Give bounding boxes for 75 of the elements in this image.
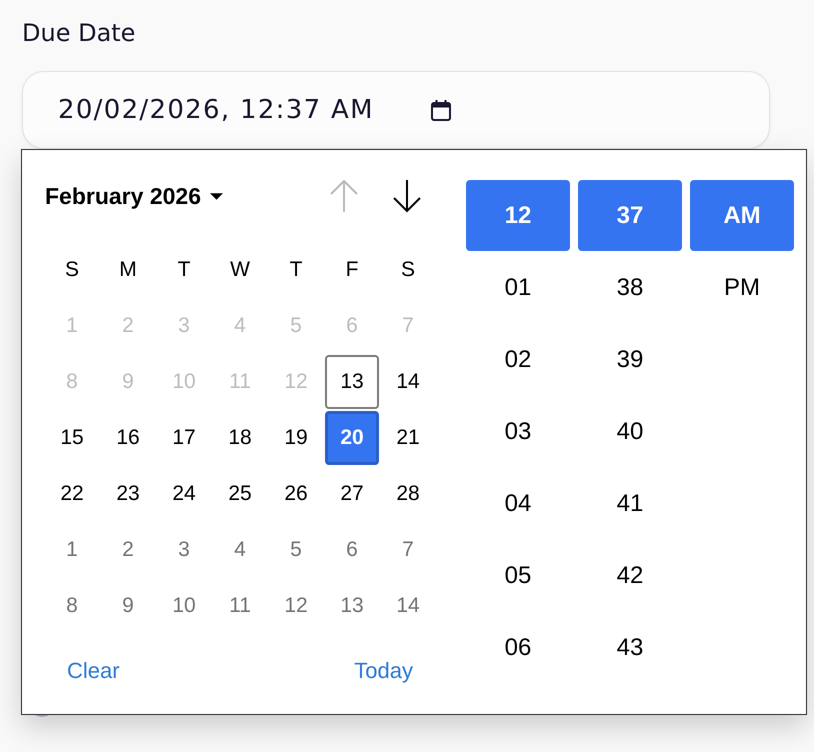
calendar-day[interactable]: 7 [381,523,435,577]
calendar-day: 12 [269,355,323,409]
calendar-day[interactable]: 16 [101,411,155,465]
calendar-day[interactable]: 19 [269,411,323,465]
date-time-field[interactable]: 20/02/2026, 12:37 AM [22,71,770,149]
calendar-day[interactable]: 5 [269,523,323,577]
hour-option[interactable]: 03 [466,396,570,467]
minute-option[interactable]: 41 [578,468,682,539]
calendar-day[interactable]: 20 [325,411,379,465]
calendar-day[interactable]: 12 [269,579,323,633]
calendar-day: 10 [157,355,211,409]
calendar-day[interactable]: 17 [157,411,211,465]
calendar-day: 7 [381,299,435,353]
clear-button[interactable]: Clear [67,658,120,684]
calendar-day[interactable]: 13 [325,355,379,409]
weekday-label: S [400,257,416,283]
hour-option[interactable]: 01 [466,252,570,323]
calendar-day: 4 [213,299,267,353]
calendar-day: 2 [101,299,155,353]
calendar-day[interactable]: 9 [101,579,155,633]
hour-option[interactable]: 12 [466,180,570,251]
calendar-day: 5 [269,299,323,353]
calendar-day[interactable]: 23 [101,467,155,521]
weekday-label: W [229,257,251,283]
arrow-up-icon [329,179,359,213]
calendar-day[interactable]: 14 [381,355,435,409]
calendar-day[interactable]: 11 [213,579,267,633]
minute-option[interactable]: 38 [578,252,682,323]
hour-option[interactable]: 05 [466,540,570,611]
calendar-day: 1 [45,299,99,353]
hour-option[interactable]: 06 [466,612,570,683]
calendar-day[interactable]: 10 [157,579,211,633]
weekday-label: M [118,257,138,283]
calendar-day[interactable]: 24 [157,467,211,521]
calendar-day[interactable]: 3 [157,523,211,577]
calendar-day[interactable]: 14 [381,579,435,633]
calendar-day[interactable]: 4 [213,523,267,577]
period-option[interactable]: AM [690,180,794,251]
calendar-day: 11 [213,355,267,409]
minute-option[interactable]: 39 [578,324,682,395]
arrow-down-icon [392,179,422,213]
calendar-icon [430,100,451,120]
weekday-label: T [288,257,304,283]
calendar-day[interactable]: 8 [45,579,99,633]
weekday-label: F [344,257,360,283]
calendar-day[interactable]: 21 [381,411,435,465]
calendar-day[interactable]: 2 [101,523,155,577]
month-year-dropdown[interactable]: February 2026 [45,182,223,210]
caret-down-icon [210,192,223,200]
hour-option[interactable]: 02 [466,324,570,395]
calendar-day: 9 [101,355,155,409]
calendar-day: 8 [45,355,99,409]
today-button[interactable]: Today [354,658,413,684]
next-month-button[interactable] [392,179,422,213]
calendar-day[interactable]: 28 [381,467,435,521]
calendar-day[interactable]: 13 [325,579,379,633]
weekday-label: S [64,257,80,283]
calendar-day[interactable]: 25 [213,467,267,521]
calendar-day: 3 [157,299,211,353]
calendar-day[interactable]: 26 [269,467,323,521]
calendar-day[interactable]: 22 [45,467,99,521]
calendar-day[interactable]: 27 [325,467,379,521]
calendar-day[interactable]: 18 [213,411,267,465]
hour-option[interactable]: 04 [466,468,570,539]
minute-option[interactable]: 43 [578,612,682,683]
field-label: Due Date [22,18,136,49]
calendar-day: 6 [325,299,379,353]
calendar-day[interactable]: 15 [45,411,99,465]
weekday-label: T [176,257,192,283]
calendar-day[interactable]: 6 [325,523,379,577]
minute-option[interactable]: 42 [578,540,682,611]
minute-option[interactable]: 37 [578,180,682,251]
period-option[interactable]: PM [690,252,794,323]
calendar-day[interactable]: 1 [45,523,99,577]
minute-option[interactable]: 40 [578,396,682,467]
